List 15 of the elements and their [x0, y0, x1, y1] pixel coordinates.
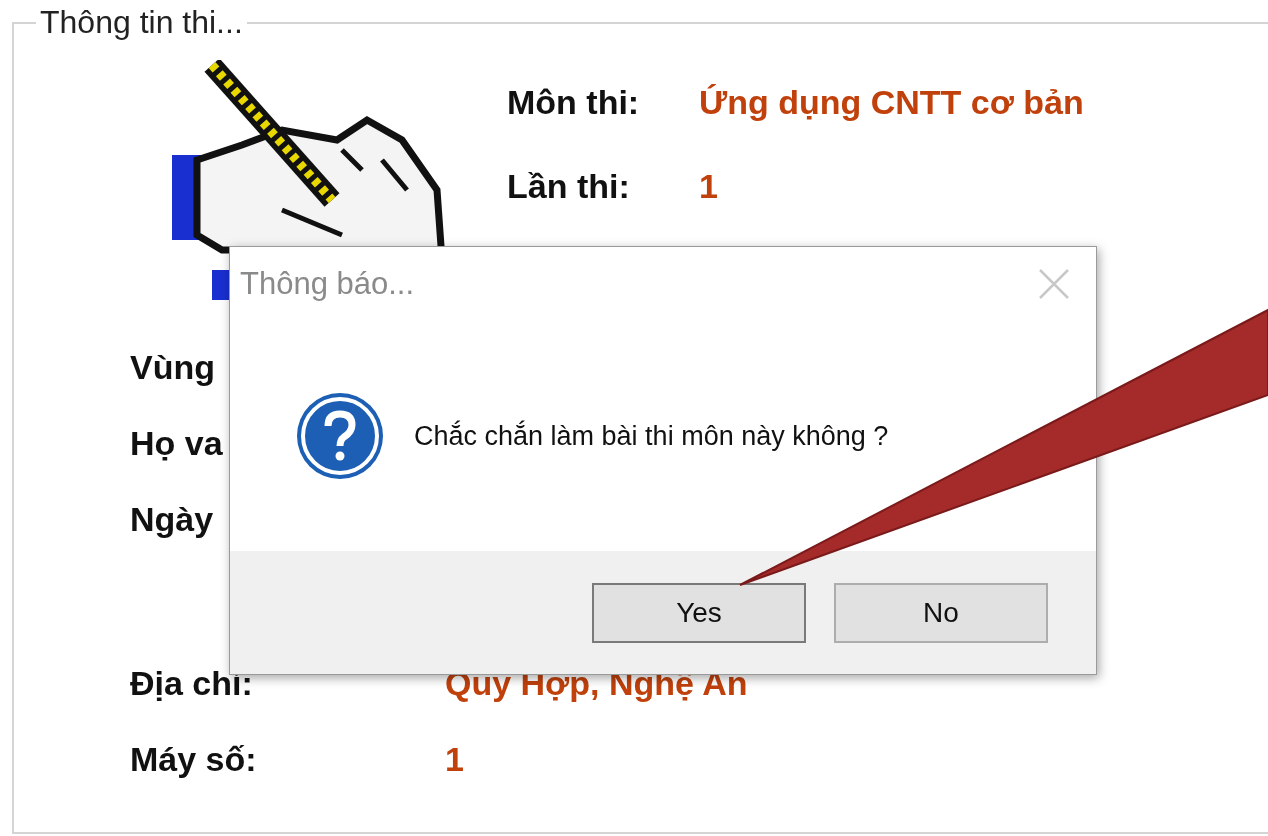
field-value: 1: [699, 166, 718, 206]
field-label: Ngày: [130, 499, 215, 539]
field-label: Lần thi:: [507, 166, 631, 206]
field-value: Ứng dụng CNTT cơ bản: [699, 82, 1084, 122]
dialog-message: Chắc chắn làm bài thi môn này không ?: [414, 420, 889, 452]
close-icon[interactable]: [1038, 268, 1070, 300]
field-label: Máy số:: [130, 739, 258, 779]
field-label: Vùng: [130, 347, 216, 387]
yes-button[interactable]: Yes: [592, 582, 806, 643]
no-button[interactable]: No: [834, 582, 1048, 643]
dialog-title: Thông báo...: [240, 266, 415, 302]
field-label: Địa chỉ:: [130, 663, 254, 703]
field-value: 1: [445, 739, 464, 779]
question-icon: [296, 392, 384, 480]
field-label: Môn thi:: [507, 82, 641, 122]
